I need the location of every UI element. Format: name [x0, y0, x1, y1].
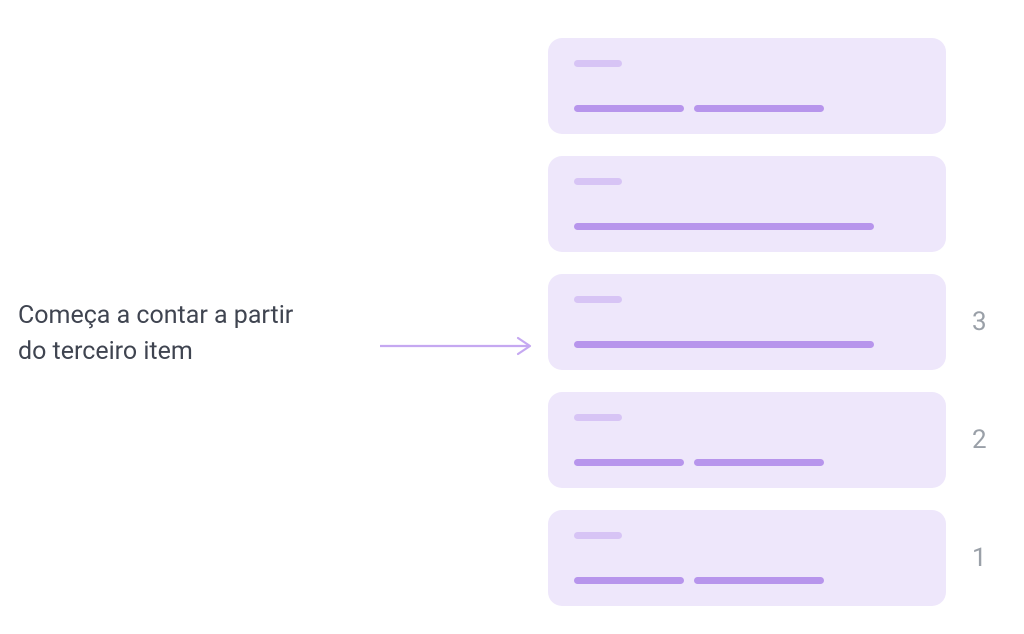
skeleton-bar: [694, 105, 824, 112]
list-item-card: [548, 510, 946, 606]
card-header-skeleton: [574, 178, 920, 185]
skeleton-bar: [574, 223, 874, 230]
skeleton-bar: [574, 459, 684, 466]
card-body-skeleton: [574, 223, 920, 230]
list-row: 2: [548, 392, 1003, 488]
annotation-line-2: do terceiro item: [18, 337, 193, 366]
card-body-skeleton: [574, 577, 920, 584]
skeleton-bar: [694, 577, 824, 584]
card-header-skeleton: [574, 414, 920, 421]
list-item-card: [548, 156, 946, 252]
diagram-canvas: Começa a contar a partir do terceiro ite…: [0, 0, 1024, 634]
skeleton-bar: [574, 60, 622, 67]
list-item-card: [548, 392, 946, 488]
skeleton-bar: [574, 178, 622, 185]
list-row: [548, 156, 1003, 252]
arrow-right-icon: [380, 336, 540, 356]
skeleton-bar: [574, 577, 684, 584]
card-body-skeleton: [574, 341, 920, 348]
item-list: 3 2: [548, 38, 1003, 606]
annotation-text: Começa a contar a partir do terceiro ite…: [18, 298, 358, 371]
list-item-card: [548, 38, 946, 134]
item-number: 3: [972, 307, 992, 337]
skeleton-bar: [574, 296, 622, 303]
item-number: 2: [972, 425, 992, 455]
skeleton-bar: [574, 341, 874, 348]
list-row: [548, 38, 1003, 134]
list-row: 1: [548, 510, 1003, 606]
skeleton-bar: [574, 414, 622, 421]
annotation-line-1: Começa a contar a partir: [18, 301, 293, 330]
card-body-skeleton: [574, 459, 920, 466]
card-header-skeleton: [574, 296, 920, 303]
list-row: 3: [548, 274, 1003, 370]
skeleton-bar: [574, 105, 684, 112]
skeleton-bar: [574, 532, 622, 539]
skeleton-bar: [694, 459, 824, 466]
card-header-skeleton: [574, 60, 920, 67]
item-number: 1: [972, 543, 992, 573]
card-body-skeleton: [574, 105, 920, 112]
card-header-skeleton: [574, 532, 920, 539]
list-item-card: [548, 274, 946, 370]
